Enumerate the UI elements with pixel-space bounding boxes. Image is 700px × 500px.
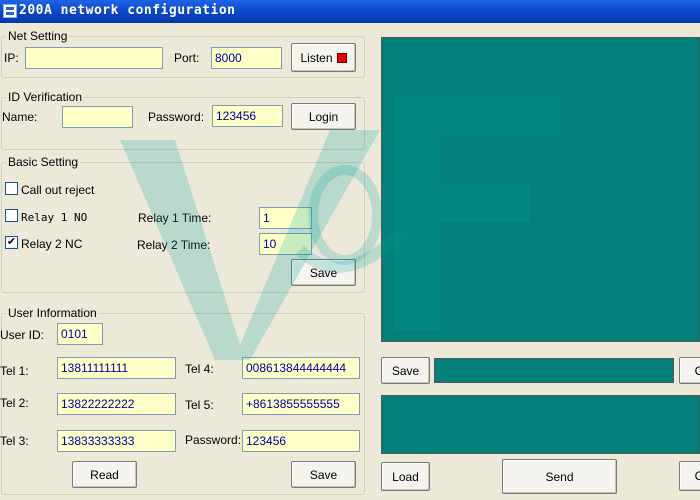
login-button[interactable]: Login — [291, 103, 356, 130]
relay2-nc-checkbox[interactable]: ✔ — [5, 236, 18, 249]
port-label: Port: — [174, 51, 200, 65]
user-password-label: Password: — [185, 433, 242, 447]
app-grid-icon — [3, 4, 17, 18]
relay1-no-checkbox[interactable] — [5, 209, 18, 222]
tel2-label: Tel 2: — [0, 396, 29, 410]
name-label: Name: — [2, 110, 38, 124]
relay1-no-label: Relay 1 NO — [21, 211, 88, 224]
password-input[interactable]: 123456 — [212, 105, 283, 127]
status-display-panel — [381, 37, 700, 342]
log-save-button[interactable]: Save — [381, 357, 430, 384]
user-save-button[interactable]: Save — [291, 461, 356, 488]
tel3-label: Tel 3: — [0, 434, 29, 448]
load-button[interactable]: Load — [381, 462, 430, 491]
relay2-nc-label: Relay 2 NC — [21, 237, 83, 251]
tel1-label: Tel 1: — [0, 364, 29, 378]
user-id-label: User ID: — [0, 328, 45, 342]
title-bar[interactable]: 200A network configuration — [0, 0, 700, 23]
basic-save-button[interactable]: Save — [291, 259, 356, 286]
read-button[interactable]: Read — [72, 461, 137, 488]
listen-button[interactable]: Listen — [291, 43, 356, 72]
relay2-time-label: Relay 2 Time: — [137, 238, 211, 252]
call-out-reject-label: Call out reject — [21, 183, 95, 197]
relay1-time-input[interactable]: 1 — [259, 207, 312, 229]
ip-input[interactable] — [25, 47, 163, 69]
listen-status-indicator-icon — [336, 52, 347, 63]
tel5-input[interactable]: +8613855555555 — [242, 393, 360, 415]
tel5-label: Tel 5: — [185, 398, 214, 412]
clear-bottom-button[interactable]: C — [679, 461, 700, 491]
clear-top-button[interactable]: C — [679, 357, 700, 384]
basic-setting-title: Basic Setting — [6, 155, 81, 169]
name-input[interactable] — [62, 106, 133, 128]
port-input[interactable]: 8000 — [211, 47, 282, 69]
password-label: Password: — [148, 110, 205, 124]
tel2-input[interactable]: 13822222222 — [57, 393, 176, 415]
id-verification-title: ID Verification — [6, 90, 85, 104]
user-id-input[interactable]: 0101 — [57, 323, 103, 345]
save-path-display — [434, 358, 674, 383]
relay1-time-label: Relay 1 Time: — [138, 211, 212, 225]
relay2-time-input[interactable]: 10 — [259, 233, 312, 255]
tel3-input[interactable]: 13833333333 — [57, 430, 176, 452]
window-title: 200A network configuration — [19, 3, 236, 18]
send-button[interactable]: Send — [502, 459, 617, 494]
tel4-input[interactable]: 008613844444444 — [242, 357, 360, 379]
user-password-input[interactable]: 123456 — [242, 430, 360, 452]
user-information-title: User Information — [6, 306, 99, 320]
net-setting-title: Net Setting — [6, 29, 70, 43]
checkmark-icon: ✔ — [6, 236, 17, 248]
ip-label: IP: — [4, 51, 19, 65]
tel4-label: Tel 4: — [185, 362, 214, 376]
tel1-input[interactable]: 13811111111 — [57, 357, 176, 379]
listen-label: Listen — [300, 50, 333, 65]
call-out-reject-checkbox[interactable] — [5, 182, 18, 195]
message-input-panel[interactable] — [381, 395, 700, 454]
